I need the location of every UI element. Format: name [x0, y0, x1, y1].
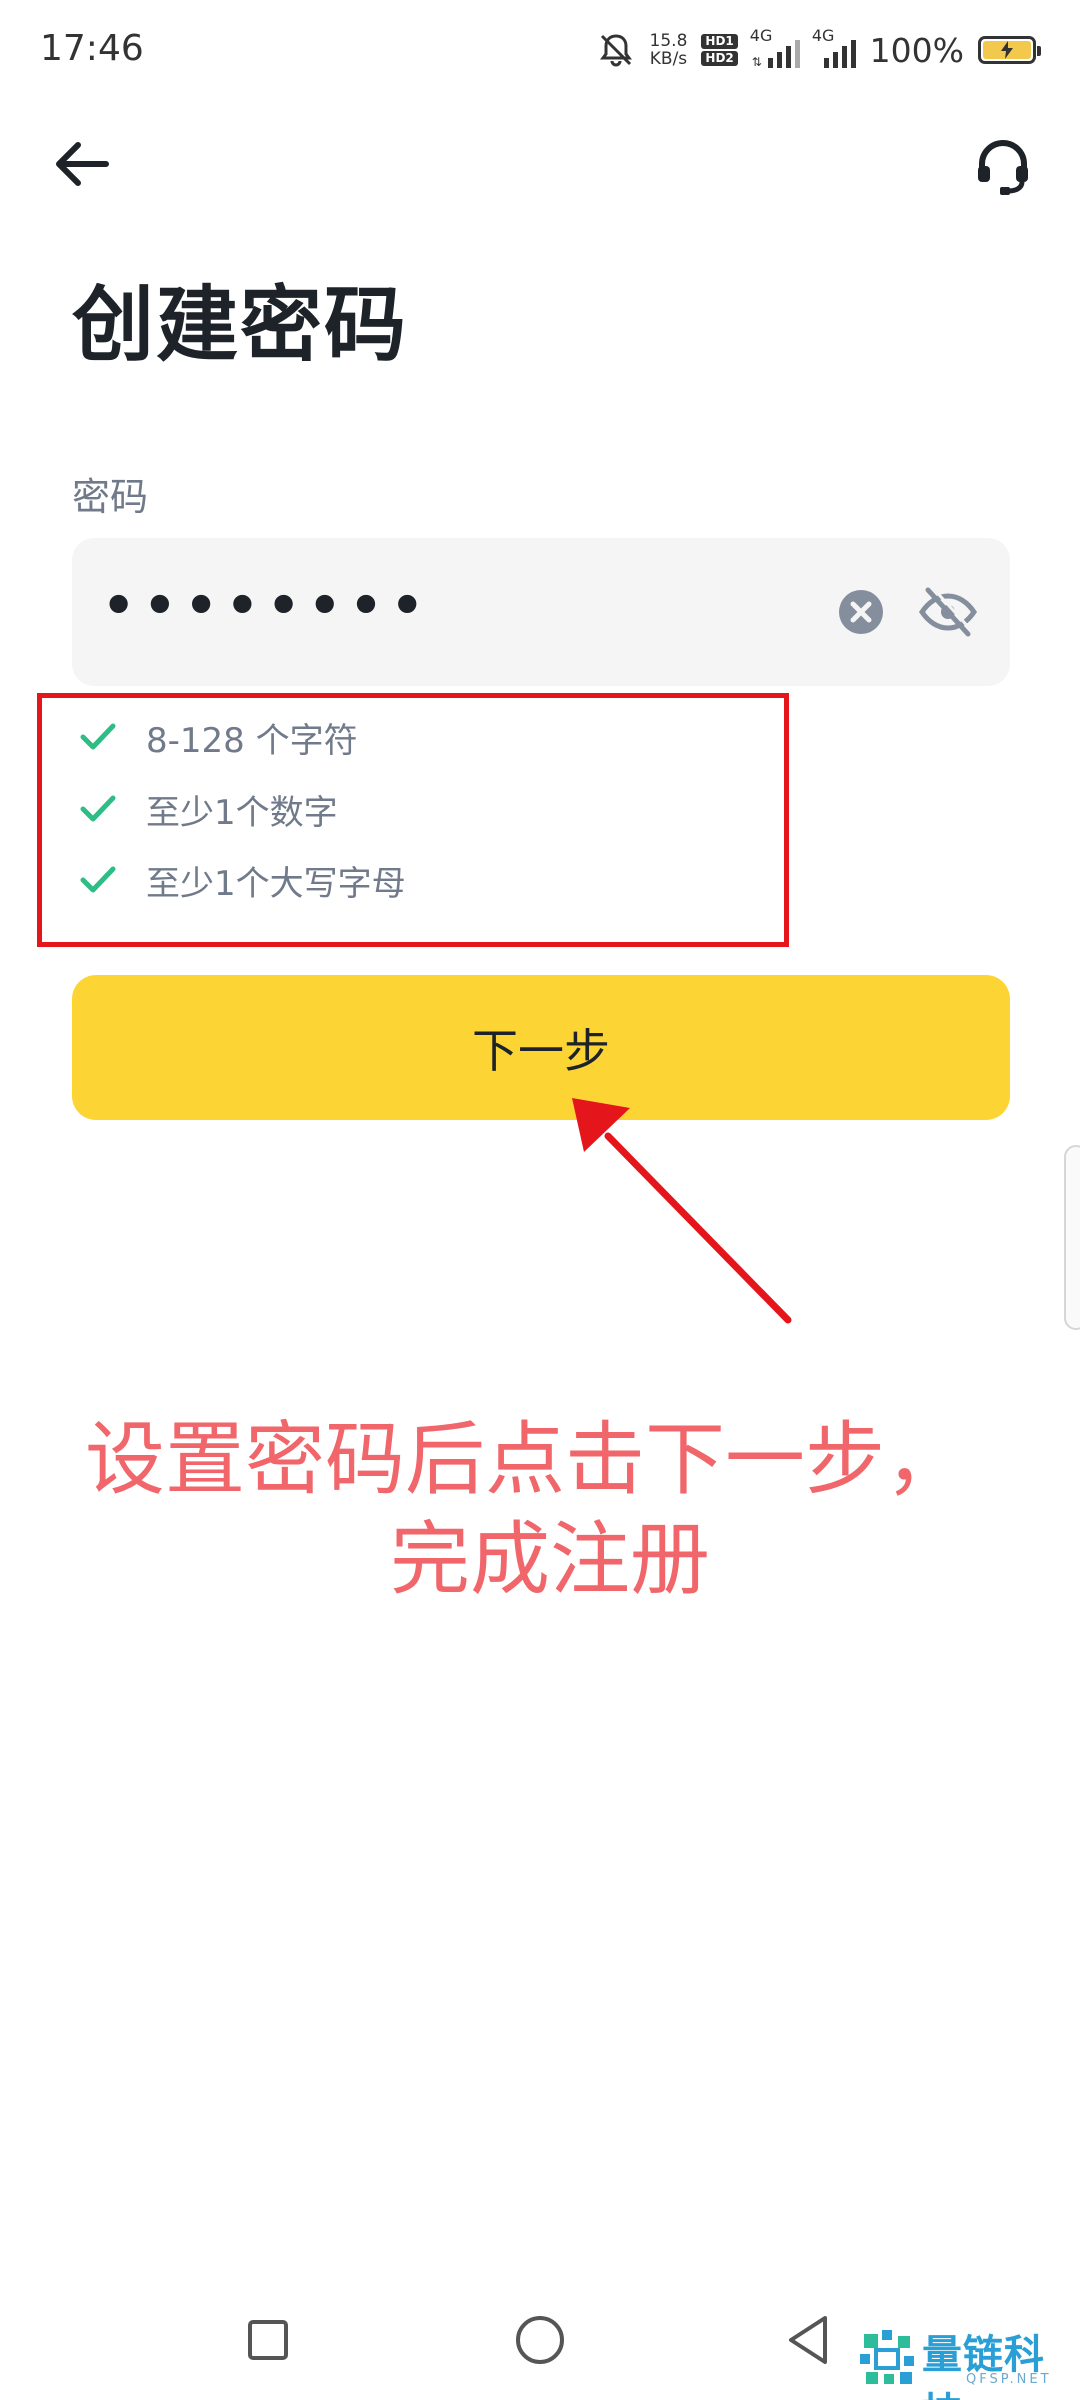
net-speed-value: 15.8: [649, 31, 688, 51]
support-button[interactable]: [970, 132, 1036, 198]
check-icon: [80, 866, 116, 893]
hd1-label: HD1: [701, 34, 738, 49]
page-title: 创建密码: [72, 278, 409, 373]
rule-item: 至少1个数字: [80, 784, 338, 834]
annotation-arrow-icon: [572, 1098, 792, 1324]
signal-icon-2: 4G: [812, 26, 856, 68]
clear-button[interactable]: [837, 588, 885, 636]
signal-1-label: 4G: [749, 26, 773, 45]
screen: 17:46 15.8 KB/s HD1 HD2 4G ⇅ 4G 100% 创建密…: [0, 0, 1080, 2400]
signal-2-label: 4G: [811, 26, 835, 45]
net-speed: 15.8 KB/s: [650, 32, 688, 68]
next-button[interactable]: 下一步: [72, 975, 1010, 1120]
back-button[interactable]: [50, 132, 114, 196]
rule-text: 8-128 个字符: [146, 720, 358, 761]
triangle-back-icon: [789, 2316, 827, 2364]
next-button-label: 下一步: [472, 1024, 610, 1077]
battery-percent: 100%: [869, 30, 964, 70]
battery-charging-icon: [978, 36, 1041, 64]
clear-circle-icon: [839, 590, 883, 634]
rule-item: 8-128 个字符: [80, 712, 358, 762]
recent-apps-button[interactable]: [248, 2320, 288, 2360]
net-speed-unit: KB/s: [649, 49, 688, 69]
annotation-line2: 完成注册: [390, 1513, 710, 1606]
annotation-text: 设置密码后点击下一步， 完成注册: [0, 1410, 1080, 1610]
headset-icon: [978, 140, 1028, 195]
check-icon: [80, 795, 116, 822]
edge-panel-handle[interactable]: [1064, 1145, 1080, 1330]
rule-item: 至少1个大写字母: [80, 855, 406, 905]
signal-icon: 4G ⇅: [750, 26, 800, 68]
watermark: 量链科技 QFSP.NET: [858, 2318, 1080, 2400]
hd2-label: HD2: [701, 51, 738, 66]
password-label: 密码: [72, 475, 149, 519]
arrow-left-icon: [56, 142, 109, 186]
status-icons: 15.8 KB/s HD1 HD2 4G ⇅ 4G 100%: [596, 26, 1041, 74]
status-bar: 17:46 15.8 KB/s HD1 HD2 4G ⇅ 4G 100%: [0, 0, 1080, 100]
rule-text: 至少1个大写字母: [146, 863, 406, 904]
check-icon: [80, 723, 116, 750]
password-input[interactable]: ••••••••: [72, 538, 1010, 686]
watermark-name: 量链科技: [922, 2332, 1045, 2400]
watermark-logo-icon: [860, 2330, 914, 2384]
status-time: 17:46: [40, 28, 144, 69]
password-value: ••••••••: [102, 576, 432, 636]
nav-back-button[interactable]: [785, 2314, 831, 2366]
rule-text: 至少1个数字: [146, 792, 338, 833]
eye-off-icon: [918, 585, 978, 637]
toggle-visibility-button[interactable]: [918, 584, 978, 640]
home-button[interactable]: [516, 2316, 564, 2364]
bell-muted-icon: [599, 34, 632, 67]
watermark-sub: QFSP.NET: [966, 2372, 1052, 2387]
annotation-line1: 设置密码后点击下一步，: [85, 1413, 965, 1506]
hd-badge: HD1 HD2: [701, 34, 738, 66]
